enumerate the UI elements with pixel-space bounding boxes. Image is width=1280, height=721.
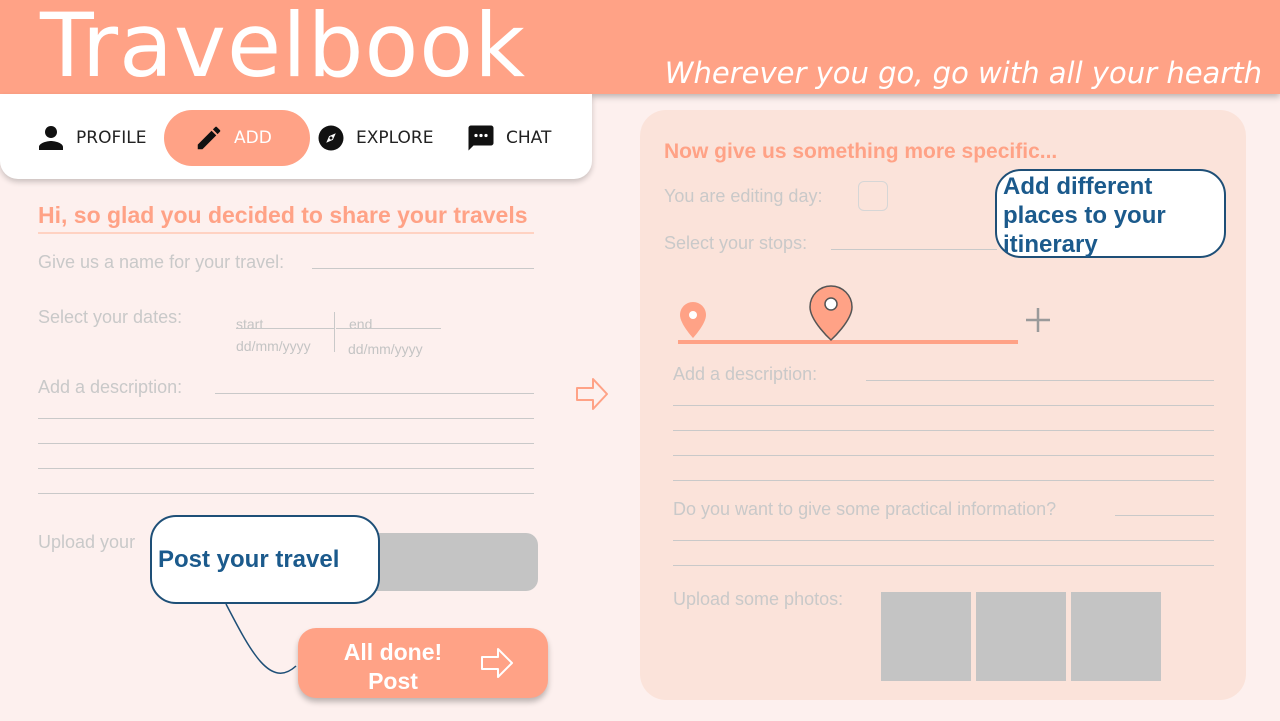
upload-label: Upload your: [38, 532, 136, 552]
nav-item-label: CHAT: [506, 128, 552, 148]
nav-item-chat[interactable]: CHAT: [466, 110, 551, 166]
start-date-placeholder: dd/mm/yyyy: [236, 338, 311, 354]
photos-label: Upload some photos:: [673, 589, 844, 609]
nav-item-label: EXPLORE: [356, 128, 434, 148]
map-pin-icon[interactable]: [808, 284, 854, 342]
post-button-line2: Post: [368, 668, 418, 694]
add-places-tooltip: Add different places to your itinerary: [995, 169, 1226, 258]
add-stop-icon[interactable]: [1024, 306, 1052, 334]
app-tagline: Wherever you go, go with all your hearth: [664, 56, 1262, 90]
description-line: [38, 418, 534, 419]
start-date-label: start: [236, 316, 264, 332]
nav-item-add[interactable]: ADD: [164, 110, 310, 166]
nav-item-profile[interactable]: PROFILE: [36, 110, 146, 166]
nav-item-explore[interactable]: EXPLORE: [316, 110, 433, 166]
description-line: [673, 405, 1214, 406]
travel-name-input[interactable]: [312, 268, 534, 269]
description-line: [673, 455, 1214, 456]
description-label: Add a description:: [38, 377, 183, 397]
description-line: [38, 468, 534, 469]
details-title: Now give us something more specific...: [664, 140, 1058, 163]
practical-info-line: [673, 540, 1214, 541]
photo-slot[interactable]: [1071, 592, 1161, 681]
stops-label: Select your stops:: [664, 233, 808, 253]
description-line: [38, 493, 534, 494]
end-date-input[interactable]: [336, 328, 441, 329]
compass-icon: [318, 125, 344, 151]
practical-info-input[interactable]: [1115, 515, 1214, 516]
upload-field[interactable]: [370, 533, 538, 591]
app-title: Travelbook: [40, 0, 527, 97]
travel-name-label: Give us a name for your travel:: [38, 252, 285, 272]
person-icon: [39, 126, 63, 150]
nav-item-label: ADD: [234, 128, 272, 148]
description-line: [673, 480, 1214, 481]
editing-day-label: You are editing day:: [664, 186, 823, 206]
end-date-label: end: [349, 316, 373, 332]
practical-info-label: Do you want to give some practical infor…: [673, 499, 1057, 519]
nav-item-label: PROFILE: [76, 128, 147, 148]
map-pin-icon[interactable]: [676, 300, 710, 340]
end-date-placeholder: dd/mm/yyyy: [348, 341, 423, 357]
description-line: [38, 443, 534, 444]
arrow-right-icon: [576, 378, 608, 410]
stop-description-label: Add a description:: [673, 364, 818, 384]
photo-slot[interactable]: [881, 592, 971, 681]
start-date-input[interactable]: [236, 328, 334, 329]
stops-input[interactable]: [831, 249, 997, 250]
description-line: [673, 430, 1214, 431]
divider: [38, 232, 534, 234]
dates-label: Select your dates:: [38, 307, 183, 327]
nav-bar: PROFILE ADD EXPLORE CHAT: [0, 94, 592, 179]
description-input[interactable]: [215, 393, 534, 394]
post-button[interactable]: All done! Post: [298, 628, 548, 698]
date-separator: [334, 312, 335, 352]
practical-info-line: [673, 565, 1214, 566]
post-button-line1: All done!: [343, 639, 443, 665]
pencil-icon: [197, 126, 221, 150]
photo-slot[interactable]: [976, 592, 1066, 681]
welcome-heading: Hi, so glad you decided to share your tr…: [38, 202, 528, 228]
post-tooltip: Post your travel: [150, 515, 380, 604]
post-button-label: All done! Post: [326, 638, 460, 696]
day-selector[interactable]: [858, 181, 888, 211]
chat-icon: [468, 125, 494, 151]
arrow-right-icon: [481, 648, 513, 678]
stop-description-input[interactable]: [866, 380, 1214, 381]
